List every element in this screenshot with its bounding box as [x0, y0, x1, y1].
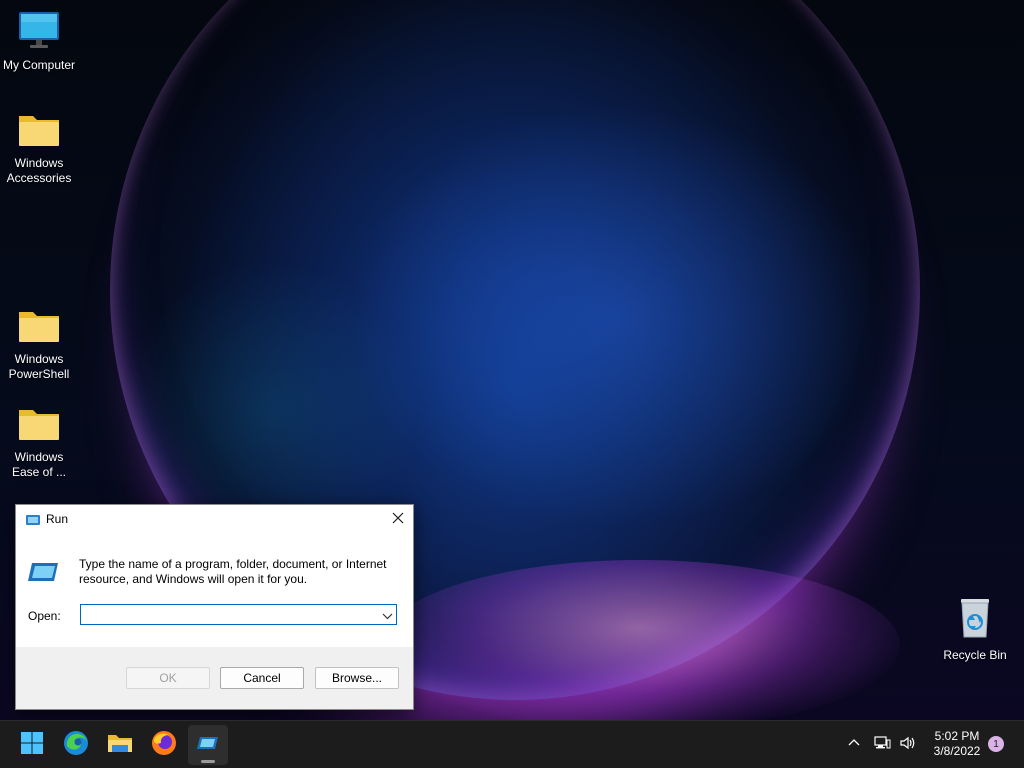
folder-icon	[0, 306, 78, 348]
folder-icon	[0, 110, 78, 152]
network-icon[interactable]	[873, 735, 891, 756]
clock-time: 5:02 PM	[934, 729, 980, 743]
open-label: Open:	[28, 609, 61, 623]
desktop-icon-my-computer[interactable]: My Computer	[0, 10, 78, 73]
run-icon	[25, 513, 41, 532]
run-titlebar[interactable]: Run	[16, 505, 413, 534]
folder-icon	[107, 732, 133, 759]
chevron-down-icon[interactable]	[381, 609, 394, 621]
run-icon	[197, 735, 219, 756]
notification-badge[interactable]: 1	[988, 736, 1004, 752]
cancel-button[interactable]: Cancel	[220, 667, 304, 689]
run-title: Run	[46, 512, 69, 526]
volume-icon[interactable]	[899, 735, 917, 756]
taskbar-firefox[interactable]	[144, 725, 184, 765]
running-indicator	[201, 760, 215, 763]
run-body: Type the name of a program, folder, docu…	[16, 534, 413, 647]
desktop-icon-label: Recycle Bin	[943, 648, 1007, 662]
close-icon	[392, 511, 404, 529]
edge-icon	[63, 730, 89, 761]
desktop-icon-label: Windows PowerShell	[8, 352, 70, 381]
start-button[interactable]	[12, 725, 52, 765]
folder-icon	[0, 404, 78, 446]
taskbar-edge[interactable]	[56, 725, 96, 765]
taskbar: 5:02 PM 3/8/2022 1	[0, 720, 1024, 768]
desktop-icon-windows-powershell[interactable]: Windows PowerShell	[0, 306, 78, 382]
chevron-up-icon[interactable]	[846, 735, 862, 756]
monitor-icon	[0, 10, 78, 54]
firefox-icon	[151, 730, 177, 761]
close-button[interactable]	[383, 505, 413, 534]
recycle-bin-icon	[936, 596, 1014, 644]
clock-date: 3/8/2022	[933, 744, 981, 758]
desktop-icon-label: Windows Accessories	[6, 156, 72, 185]
open-input[interactable]	[84, 607, 374, 622]
desktop-icon-windows-accessories[interactable]: Windows Accessories	[0, 110, 78, 186]
taskbar-file-explorer[interactable]	[100, 725, 140, 765]
run-description: Type the name of a program, folder, docu…	[79, 557, 387, 586]
clock[interactable]: 5:02 PM 3/8/2022	[922, 729, 992, 759]
run-icon	[28, 560, 60, 589]
desktop-icon-label: My Computer	[2, 58, 76, 72]
windows-logo-icon	[20, 731, 44, 760]
open-combobox[interactable]	[80, 604, 397, 625]
taskbar-run[interactable]	[188, 725, 228, 765]
browse-button[interactable]: Browse...	[315, 667, 399, 689]
wallpaper-bloom-glow	[380, 560, 900, 720]
ok-button[interactable]: OK	[126, 667, 210, 689]
desktop-icon-label: Windows Ease of ...	[11, 450, 67, 479]
desktop-icon-recycle-bin[interactable]: Recycle Bin	[936, 596, 1014, 663]
run-dialog: Run Type the name of a program, folder, …	[15, 504, 414, 710]
desktop-icon-windows-ease-of-access[interactable]: Windows Ease of ...	[0, 404, 78, 480]
